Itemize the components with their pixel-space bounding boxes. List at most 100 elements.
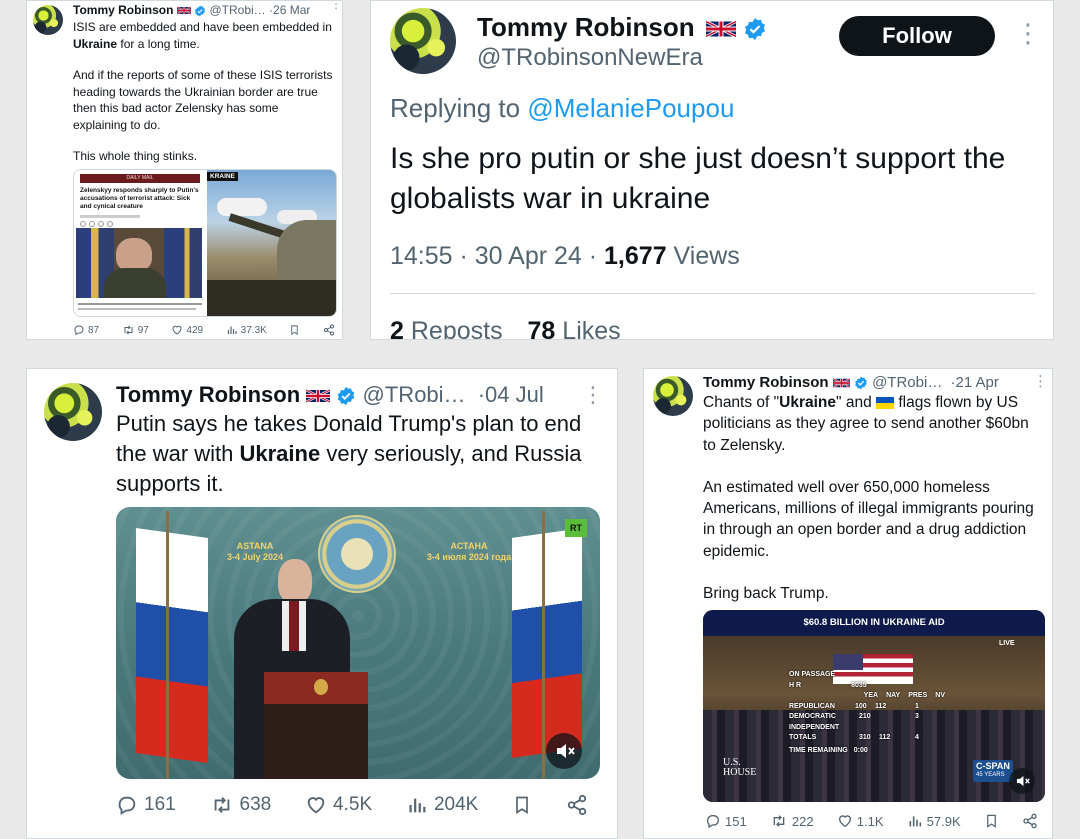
speaker-head [278,559,312,603]
repost-button[interactable]: 222 [770,813,814,829]
views-count: 1,677 [604,242,667,270]
engagement-stats: 2 Reposts 78 Likes [390,317,621,339]
repost-count: 638 [239,794,272,815]
repost-icon [214,797,229,813]
battlefield-photo: KRAINE [207,170,336,316]
author-name[interactable]: Tommy Robinson [477,12,695,42]
views-button[interactable]: 57.9K [907,813,961,829]
repost-button[interactable]: 638 [210,794,272,816]
tweet-date[interactable]: 21 Apr [956,374,999,391]
reply-button[interactable]: 87 [73,324,99,336]
follow-button[interactable]: Follow [839,16,995,56]
author-name[interactable]: Tommy Robinson [703,374,829,391]
russian-flag-left [136,527,208,764]
tweet-card-1[interactable]: Tommy Robinson @TRobi… ·26 Mar ⋮ ISIS ar… [26,0,343,340]
mute-button[interactable] [1009,768,1035,794]
views-icon [909,816,921,827]
tweet-date[interactable]: 30 Apr 24 [475,242,582,270]
repost-count: 97 [137,324,149,336]
article-tag: KRAINE [207,172,238,181]
tweet-header: Tommy Robinson @TRobi… ·21 Apr [703,374,999,391]
tweet-text: ISIS are embedded and have been embedded… [73,19,335,165]
tweet-paragraph: And if the reports of some of these ISIS… [73,68,333,132]
views-count: 37.3K [240,324,267,336]
more-icon[interactable]: ⋮ [1015,20,1041,46]
vote-tally: ON PASSAGE H R 8035 YEA NAY PRES NV REPUBLIC… [789,671,945,754]
tweet-text: Putin says he takes Donald Trump's plan … [116,411,582,496]
tweet-card-4[interactable]: Tommy Robinson @TRobi… ·21 Apr ⋮ Chants … [643,368,1053,839]
repost-button[interactable]: 97 [122,324,149,336]
tweet-date[interactable]: 26 Mar [273,3,310,17]
tweet-video[interactable]: ASTANA 3-4 July 2024 АСТАНА 3-4 июля 2024 … [116,507,600,779]
bookmark-icon [516,796,528,815]
like-button[interactable]: 429 [171,324,203,336]
bookmark-icon [291,325,299,335]
tweet-video[interactable]: $60.8 BILLION IN UKRAINE AID LIVE ON PAS… [703,610,1045,802]
reply-button[interactable]: 151 [705,813,747,829]
author-handle[interactable]: @TRobi… [872,374,942,391]
author-name[interactable]: Tommy Robinson [116,382,300,407]
tweet-date[interactable]: 04 Jul [485,382,544,407]
author-handle[interactable]: @TRobi… [363,382,466,407]
bookmark-button[interactable] [289,324,300,336]
mute-icon [1016,775,1030,787]
avatar[interactable] [44,383,102,441]
likes-stat[interactable]: 78 Likes [528,317,621,339]
mute-button[interactable] [546,733,582,769]
bookmark-button[interactable] [984,813,999,829]
avatar[interactable] [653,376,693,416]
reply-icon [118,796,136,815]
uk-flag-icon [832,378,850,389]
bookmark-button[interactable] [512,794,532,816]
like-button[interactable]: 4.5K [305,794,372,816]
article-headline: Zelenskyy responds sharply to Putin's ac… [80,187,199,210]
tweet-actions: 151 222 1.1K 57.9K [705,813,1038,829]
divider [390,293,1035,294]
like-button[interactable]: 1.1K [837,813,884,829]
avatar[interactable] [33,5,63,35]
tweet-text: Is she pro putin or she just doesn’t sup… [390,142,1006,215]
tweet-header: Tommy Robinson @TRobi… ·26 Mar [73,3,311,17]
bookmark-icon [986,814,996,828]
share-button[interactable] [566,794,588,816]
reply-button[interactable]: 161 [116,794,176,816]
tweet-media[interactable]: DAILY MAIL Zelenskyy responds sharply to… [73,169,337,317]
views-count: 204K [433,794,479,815]
tweet-paragraph: Chants of "Ukraine" and flags flown by U… [703,394,1029,454]
tweet-card-2[interactable]: Tommy Robinson @TRobinsonNewEra Follow ⋮… [370,0,1054,340]
author-handle[interactable]: @TRobi… [209,3,265,17]
author-name[interactable]: Tommy Robinson [73,3,173,17]
russian-flag-right [512,528,582,758]
sco-emblem [318,515,396,593]
share-icon [567,794,587,816]
reposts-stat[interactable]: 2 Reposts [390,317,503,339]
reply-icon [74,325,84,336]
like-icon [838,815,851,828]
rt-badge: RT [565,519,587,537]
tweet-paragraph: ISIS are embedded and have been embedded… [73,20,332,51]
tweet-card-3[interactable]: Tommy Robinson @TRobi… ·04 Jul ⋮ Putin s… [26,368,618,839]
more-icon[interactable]: ⋮ [330,1,342,10]
share-button[interactable] [323,324,335,336]
verified-badge-icon [338,387,355,406]
zelensky-photo [76,228,202,298]
live-label: LIVE [999,640,1015,647]
tweet-actions: 87 97 429 37.3K [73,324,335,336]
article-masthead: DAILY MAIL [80,174,200,183]
more-icon[interactable]: ⋮ [582,384,604,406]
mute-icon [557,744,575,758]
uk-flag-icon [705,20,736,38]
replying-to-link[interactable]: @MelaniePoupou [527,93,734,123]
replying-to: Replying to @MelaniePoupou [390,93,735,123]
avatar[interactable] [390,8,456,74]
share-icon [1023,813,1037,829]
views-button[interactable]: 204K [406,794,478,816]
tweet-time[interactable]: 14:55 [390,242,453,270]
ukraine-flag-icon [876,396,895,409]
share-button[interactable] [1022,813,1038,829]
repost-count: 222 [791,813,814,829]
author-handle[interactable]: @TRobinsonNewEra [477,44,703,72]
views-button[interactable]: 37.3K [226,324,267,336]
share-icon [323,324,334,336]
more-icon[interactable]: ⋮ [1033,374,1048,389]
